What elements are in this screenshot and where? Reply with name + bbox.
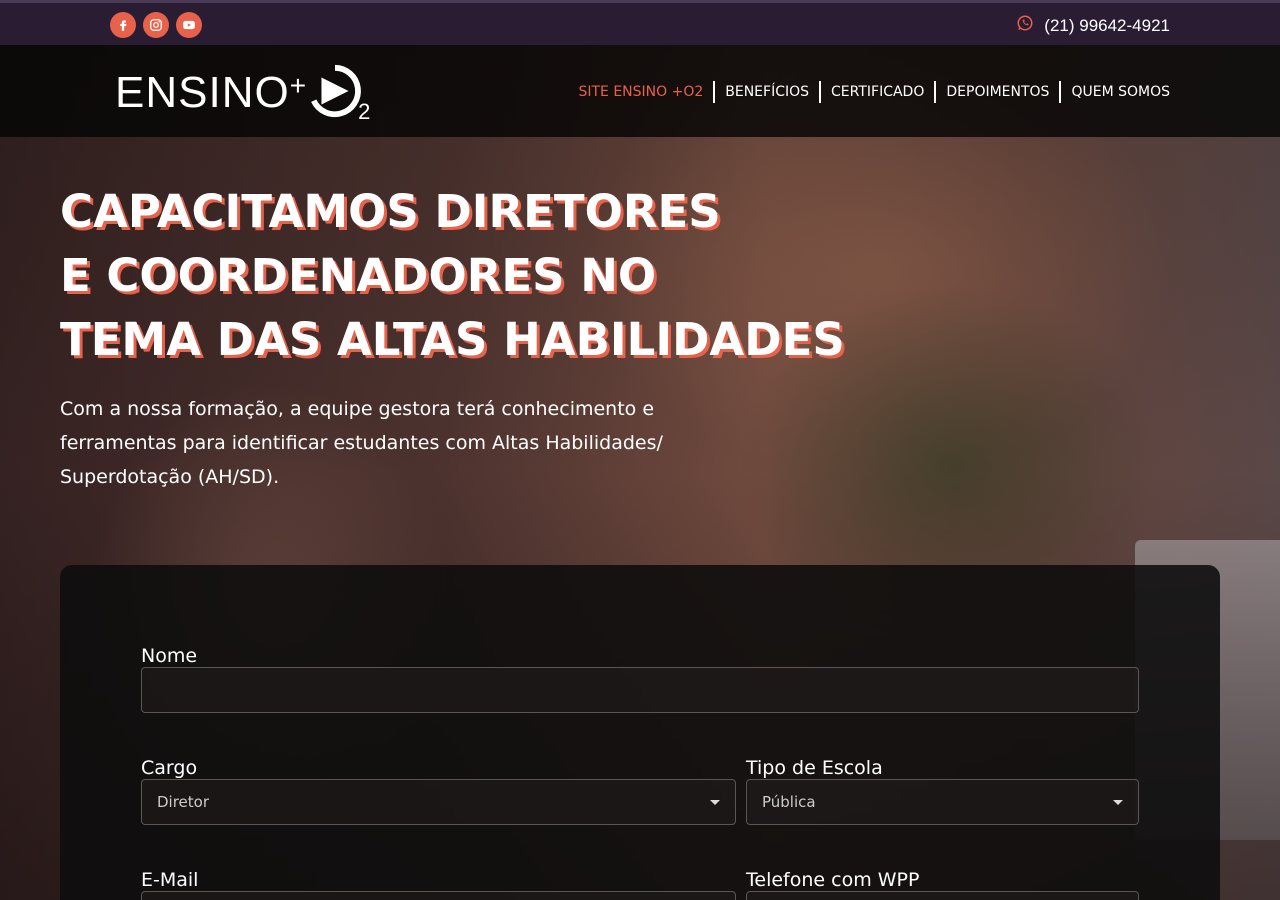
telefone-input[interactable] — [746, 891, 1139, 900]
hero-title-line: E COORDENADORES NO — [60, 249, 657, 302]
logo-text: ENSINO — [115, 68, 290, 117]
hero-title: CAPACITAMOS DIRETORES E COORDENADORES NO… — [60, 180, 860, 372]
top-bar: (21) 99642-4921 — [0, 0, 1280, 45]
nav-beneficios[interactable]: BENEFÍCIOS — [713, 81, 819, 103]
tipo-escola-label: Tipo de Escola — [746, 757, 883, 779]
youtube-icon[interactable] — [176, 12, 202, 38]
nome-input[interactable] — [141, 667, 1139, 713]
nav-quem-somos[interactable]: QUEM SOMOS — [1059, 81, 1170, 103]
email-input[interactable] — [141, 891, 736, 900]
instagram-icon[interactable] — [143, 12, 169, 38]
hero-title-line: CAPACITAMOS DIRETORES — [60, 185, 721, 238]
phone-contact[interactable]: (21) 99642-4921 — [1016, 14, 1170, 37]
phone-number: (21) 99642-4921 — [1044, 15, 1170, 35]
chevron-down-icon — [710, 799, 720, 805]
nome-label: Nome — [141, 645, 198, 667]
logo-plus: + — [289, 70, 307, 101]
signup-form: Nome Cargo Diretor Tipo de Escola Públic… — [60, 565, 1220, 900]
tipo-escola-select[interactable]: Pública — [746, 779, 1139, 825]
hero-title-line: TEMA DAS ALTAS HABILIDADES — [60, 313, 845, 366]
chevron-down-icon — [1113, 799, 1123, 805]
telefone-label: Telefone com WPP — [746, 869, 920, 891]
cargo-label: Cargo — [141, 757, 198, 779]
logo-subscript: 2 — [358, 99, 371, 124]
logo-play-icon — [306, 62, 364, 124]
nav-depoimentos[interactable]: DEPOIMENTOS — [934, 81, 1059, 103]
hero-description: Com a nossa formação, a equipe gestora t… — [60, 398, 663, 488]
whatsapp-icon — [1016, 14, 1034, 37]
facebook-icon[interactable] — [110, 12, 136, 38]
main-nav: SITE ENSINO +O2 BENEFÍCIOS CERTIFICADO D… — [568, 81, 1170, 103]
nav-site-ensino[interactable]: SITE ENSINO +O2 — [568, 81, 713, 103]
logo[interactable]: ENSINO + 2 — [115, 61, 370, 125]
cargo-value: Diretor — [157, 793, 210, 811]
nav-certificado[interactable]: CERTIFICADO — [819, 81, 934, 103]
tipo-escola-value: Pública — [762, 793, 816, 811]
social-links — [110, 12, 202, 38]
site-header: ENSINO + 2 SITE ENSINO +O2 BENEFÍCIOS CE… — [0, 45, 1280, 137]
cargo-select[interactable]: Diretor — [141, 779, 736, 825]
email-label: E-Mail — [141, 869, 199, 891]
